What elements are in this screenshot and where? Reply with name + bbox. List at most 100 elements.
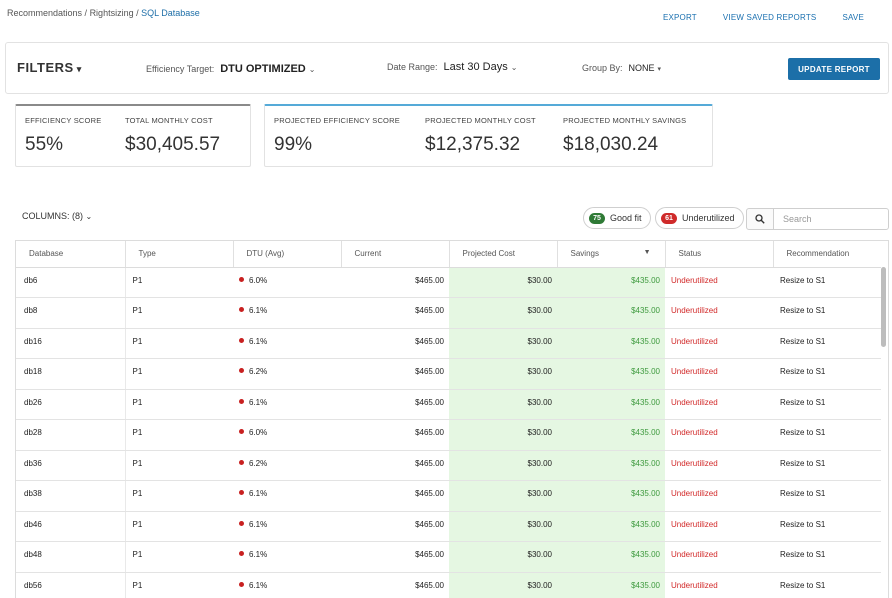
status-cell: Underutilized <box>665 358 773 390</box>
table-row[interactable]: db28 P1 6.0% $465.00 $30.00 $435.00 Underutili… <box>16 419 881 451</box>
current-cost-cell: $465.00 <box>341 572 449 598</box>
table-row[interactable]: db36 P1 6.2% $465.00 $30.00 $435.00 Underutili… <box>16 450 881 481</box>
metric-label: EFFICIENCY SCORE <box>25 116 102 125</box>
savings-cell: $435.00 <box>557 267 665 298</box>
type-cell: P1 <box>125 480 233 512</box>
total-monthly-cost-metric: TOTAL MONTHLY COST $30,405.57 <box>125 116 220 156</box>
breadcrumb-sql-database[interactable]: SQL Database <box>141 8 200 18</box>
table-row[interactable]: db48 P1 6.1% $465.00 $30.00 $435.00 Underutili… <box>16 541 881 573</box>
dtu-value: 6.1% <box>249 550 268 559</box>
recommendation-cell: Resize to S1 <box>773 541 881 573</box>
status-cell: Underutilized <box>665 572 773 598</box>
status-cell: Underutilized <box>665 267 773 298</box>
database-cell: db26 <box>16 389 126 420</box>
metric-label: PROJECTED EFFICIENCY SCORE <box>274 116 400 125</box>
current-cost-cell: $465.00 <box>341 267 449 298</box>
status-cell: Underutilized <box>665 450 773 481</box>
save-button[interactable]: SAVE <box>842 13 864 22</box>
status-dot-icon <box>239 276 244 282</box>
column-header-status[interactable]: Status <box>665 241 774 268</box>
vertical-scrollbar[interactable] <box>881 267 886 347</box>
column-header-savings[interactable]: Savings ▼ <box>557 241 666 268</box>
search-input[interactable] <box>773 208 889 230</box>
filters-toggle[interactable]: FILTERS ▾ <box>17 60 82 75</box>
savings-cell: $435.00 <box>557 358 665 390</box>
projected-metrics-card: PROJECTED EFFICIENCY SCORE 99% PROJECTED… <box>264 104 713 167</box>
efficiency-target-filter: Efficiency Target: DTU OPTIMIZED ⌄ <box>146 63 315 75</box>
underutilized-filter-chip[interactable]: 61 Underutilized <box>655 207 744 229</box>
dtu-cell: 6.1% <box>233 389 341 420</box>
table-row[interactable]: db18 P1 6.2% $465.00 $30.00 $435.00 Underutili… <box>16 358 881 390</box>
status-cell: Underutilized <box>665 541 773 573</box>
table-row[interactable]: db38 P1 6.1% $465.00 $30.00 $435.00 Underutili… <box>16 480 881 512</box>
export-button[interactable]: EXPORT <box>663 13 697 22</box>
status-cell: Underutilized <box>665 511 773 542</box>
efficiency-score-metric: EFFICIENCY SCORE 55% <box>25 116 101 156</box>
projected-cost-cell: $30.00 <box>449 511 557 542</box>
table-row[interactable]: db6 P1 6.0% $465.00 $30.00 $435.00 Underutiliz… <box>16 267 881 298</box>
recommendation-cell: Resize to S1 <box>773 511 881 542</box>
metric-value: $30,405.57 <box>125 134 221 155</box>
column-header-dtu-avg[interactable]: DTU (Avg) <box>233 241 342 268</box>
recommendation-cell: Resize to S1 <box>773 297 881 329</box>
dtu-value: 6.1% <box>249 580 268 590</box>
group-by-dropdown[interactable]: NONE <box>629 63 655 73</box>
date-range-dropdown[interactable]: Last 30 Days <box>444 61 508 73</box>
current-cost-cell: $465.00 <box>341 297 449 329</box>
underutilized-count-badge: 61 <box>661 212 677 224</box>
column-header-type[interactable]: Type <box>125 241 234 268</box>
table-row[interactable]: db56 P1 6.1% $465.00 $30.00 $435.00 Underutili… <box>16 572 881 598</box>
type-cell: P1 <box>125 419 233 451</box>
type-cell: P1 <box>125 572 233 598</box>
status-dot-icon <box>239 398 244 404</box>
metric-label: PROJECTED MONTHLY COST <box>425 116 536 125</box>
projected-cost-cell: $30.00 <box>449 450 557 481</box>
metric-value: 99% <box>274 134 313 155</box>
current-cost-cell: $465.00 <box>341 358 449 390</box>
column-header-projected-cost[interactable]: Projected Cost <box>449 241 558 268</box>
table-row[interactable]: db16 P1 6.1% $465.00 $30.00 $435.00 Underutili… <box>16 328 881 359</box>
dtu-value: 6.1% <box>249 397 268 407</box>
current-metrics-card: EFFICIENCY SCORE 55% TOTAL MONTHLY COST … <box>15 104 251 167</box>
columns-dropdown[interactable]: COLUMNS: (8) ⌄ <box>22 211 92 221</box>
columns-label: COLUMNS: <box>22 211 70 221</box>
dtu-value: 6.1% <box>249 336 268 346</box>
table-row[interactable]: db8 P1 6.1% $465.00 $30.00 $435.00 Underutiliz… <box>16 297 881 329</box>
column-header-current[interactable]: Current <box>341 241 450 268</box>
update-report-button[interactable]: UPDATE REPORT <box>788 58 880 80</box>
view-saved-reports-button[interactable]: VIEW SAVED REPORTS <box>723 13 817 22</box>
recommendation-cell: Resize to S1 <box>773 419 881 451</box>
breadcrumb-rightsizing[interactable]: Rightsizing <box>90 8 134 18</box>
table-body: db6 P1 6.0% $465.00 $30.00 $435.00 Underutiliz… <box>16 267 881 598</box>
top-bar: Recommendations / Rightsizing / SQL Data… <box>0 0 892 34</box>
breadcrumb-recommendations[interactable]: Recommendations <box>7 8 82 18</box>
status-dot-icon <box>239 429 244 434</box>
filters-title: FILTERS <box>17 60 74 75</box>
projected-cost-cell: $30.00 <box>449 572 557 598</box>
chevron-down-icon: ⌄ <box>308 65 316 74</box>
status-cell: Underutilized <box>665 419 773 451</box>
status-dot-icon <box>239 551 244 556</box>
dtu-value: 6.2% <box>249 458 268 468</box>
table-row[interactable]: db46 P1 6.1% $465.00 $30.00 $435.00 Underutili… <box>16 511 881 542</box>
table-row[interactable]: db26 P1 6.1% $465.00 $30.00 $435.00 Underutili… <box>16 389 881 420</box>
dtu-cell: 6.1% <box>233 541 341 573</box>
good-fit-filter-chip[interactable]: 75 Good fit <box>583 207 651 229</box>
database-cell: db6 <box>16 267 126 298</box>
current-cost-cell: $465.00 <box>341 389 449 420</box>
efficiency-target-dropdown[interactable]: DTU OPTIMIZED <box>220 63 306 75</box>
column-header-database[interactable]: Database <box>16 241 126 268</box>
savings-cell: $435.00 <box>557 541 665 573</box>
column-header-savings-label: Savings <box>570 249 599 259</box>
recommendation-cell: Resize to S1 <box>773 389 881 420</box>
dtu-cell: 6.1% <box>233 480 341 512</box>
column-header-recommendation[interactable]: Recommendation <box>773 241 881 268</box>
table-toolbar: COLUMNS: (8) ⌄ 75 Good fit 61 Underutili… <box>0 205 892 231</box>
type-cell: P1 <box>125 358 233 390</box>
savings-cell: $435.00 <box>557 419 665 451</box>
savings-cell: $435.00 <box>557 450 665 481</box>
table: Database Type DTU (Avg) Current Projecte… <box>16 241 881 598</box>
metric-label: PROJECTED MONTHLY SAVINGS <box>563 116 687 125</box>
savings-cell: $435.00 <box>557 480 665 512</box>
search-button[interactable] <box>746 208 774 230</box>
